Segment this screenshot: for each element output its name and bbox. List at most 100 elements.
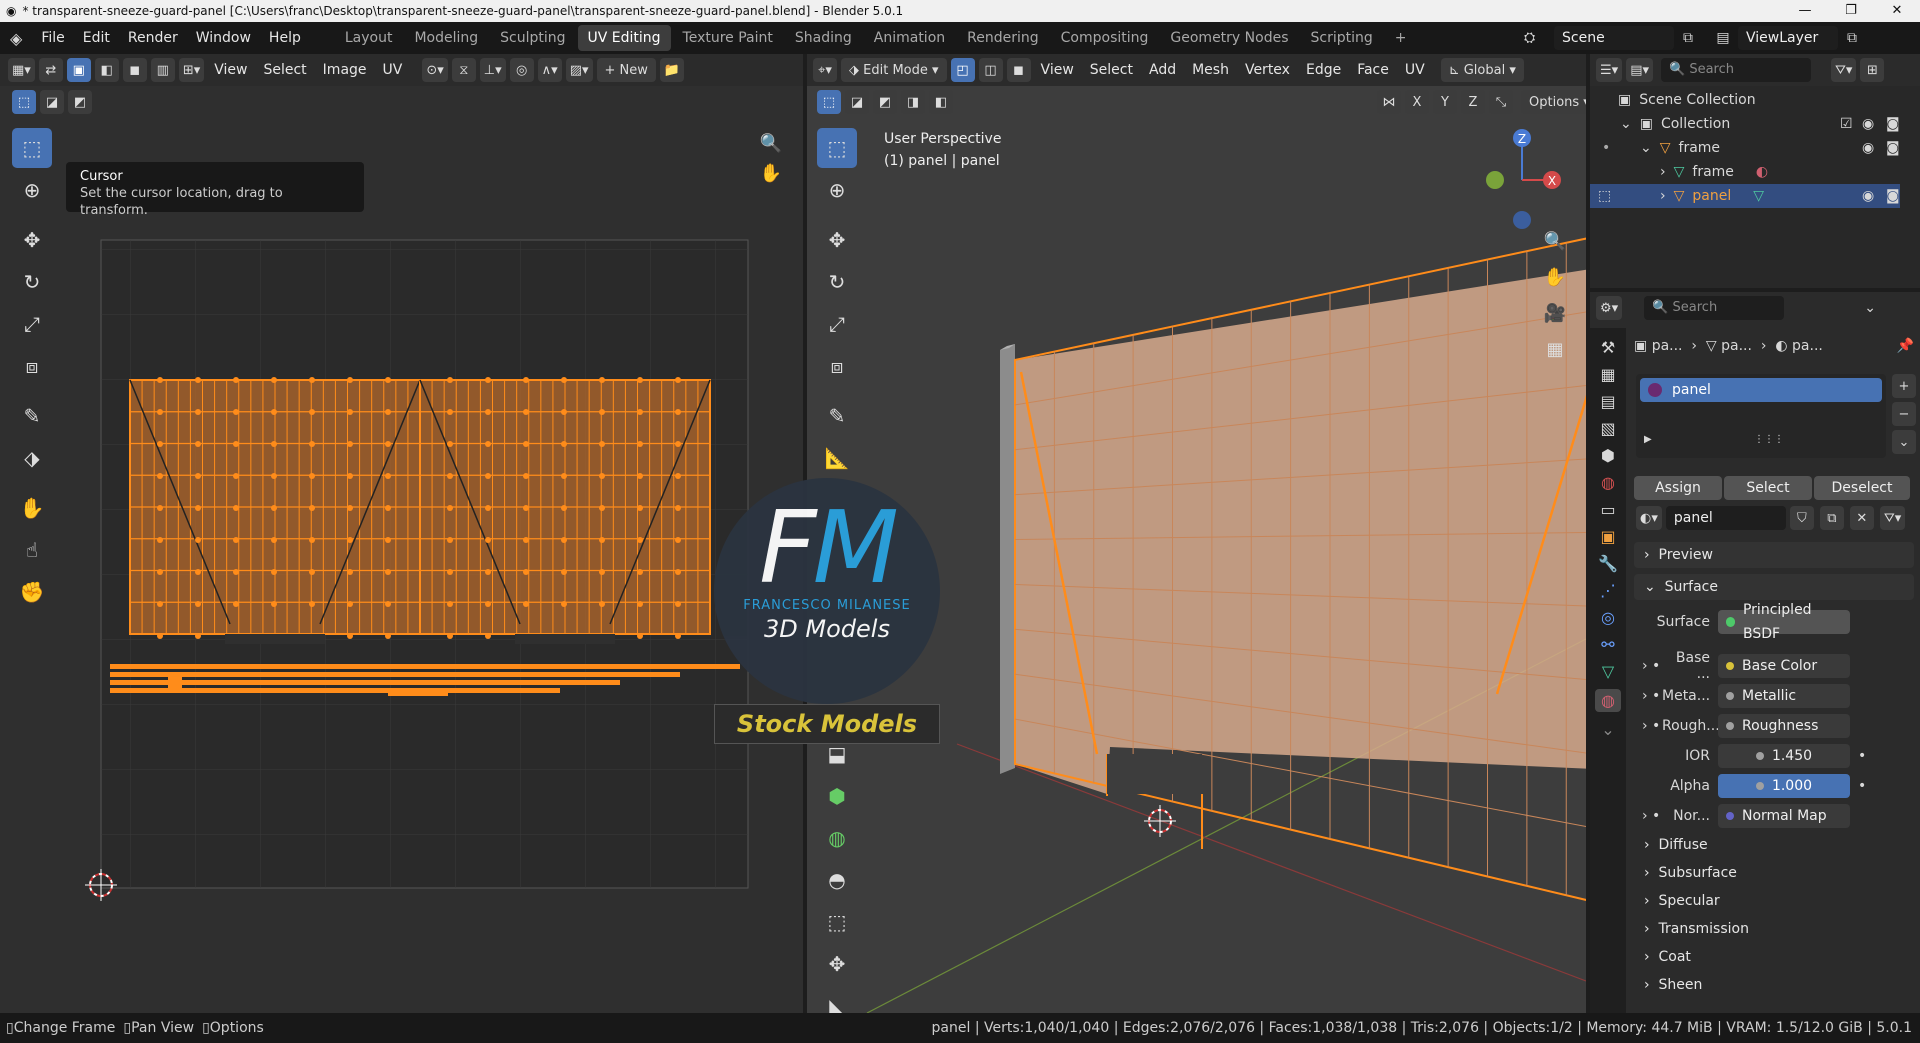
- outliner-row-collection[interactable]: ⌄ ▣ Collection ☑ ◉ ◙: [1590, 112, 1900, 136]
- assign-button[interactable]: Assign: [1634, 476, 1722, 500]
- input-value-field[interactable]: Roughness: [1718, 714, 1850, 738]
- vp-select-box-tool-icon[interactable]: ⬚: [817, 128, 857, 168]
- maximize-button[interactable]: ❐: [1828, 0, 1874, 22]
- material-slot-panel[interactable]: panel: [1640, 378, 1882, 402]
- physics-tab-icon[interactable]: ◎: [1601, 608, 1615, 627]
- properties-type-icon[interactable]: ⚙▾: [1596, 296, 1623, 320]
- input-expand-icon[interactable]: › •: [1634, 718, 1662, 734]
- expand-arrow-icon[interactable]: ⌄: [1620, 116, 1632, 132]
- vp-measure-tool-icon[interactable]: 📐: [817, 438, 857, 478]
- preview-section[interactable]: › Preview: [1634, 542, 1914, 568]
- input-expand-icon[interactable]: › •: [1634, 688, 1662, 704]
- outliner-search[interactable]: 🔍 Search: [1661, 58, 1811, 82]
- browse-material-icon[interactable]: ◐▾: [1636, 506, 1662, 530]
- orientation-gizmo[interactable]: Z X: [1486, 129, 1561, 229]
- outliner-row-scene-collection[interactable]: ▣ Scene Collection: [1590, 88, 1900, 112]
- view-layer-tab-icon[interactable]: ▧: [1600, 419, 1615, 438]
- add-workspace-button[interactable]: +: [1385, 25, 1417, 51]
- material-tab-icon[interactable]: ◍: [1595, 689, 1621, 712]
- fake-user-icon[interactable]: ⛉: [1789, 506, 1814, 530]
- input-expand-icon[interactable]: › •: [1634, 808, 1662, 824]
- scene-tab-icon[interactable]: ⬢: [1601, 446, 1615, 465]
- chevron-down-icon[interactable]: ⌄: [1864, 300, 1876, 316]
- uv-canvas[interactable]: [0, 54, 803, 1013]
- display-mode-icon[interactable]: ▤▾: [1626, 58, 1653, 82]
- tab-rendering[interactable]: Rendering: [957, 25, 1049, 51]
- duplicate-material-icon[interactable]: ⧉: [1819, 506, 1844, 530]
- subsection-coat[interactable]: › Coat: [1634, 944, 1914, 972]
- viewlayer-icon[interactable]: ▤: [1708, 30, 1738, 46]
- filter-icon[interactable]: ⛛▾: [1831, 58, 1857, 82]
- pin-icon[interactable]: 📌: [1897, 338, 1914, 354]
- subsection-specular[interactable]: › Specular: [1634, 888, 1914, 916]
- eye-icon[interactable]: ◉: [1862, 140, 1874, 156]
- input-value-field[interactable]: 1.450: [1718, 744, 1850, 768]
- tool-tab-icon[interactable]: ⚒: [1601, 338, 1615, 357]
- surface-section[interactable]: ⌄ Surface: [1634, 574, 1914, 600]
- scene-icon[interactable]: ⛭: [1524, 30, 1554, 46]
- tab-geometry-nodes[interactable]: Geometry Nodes: [1160, 25, 1298, 51]
- menu-render[interactable]: Render: [119, 22, 187, 54]
- expand-arrow-icon[interactable]: ›: [1660, 188, 1666, 204]
- vp-zoom-icon[interactable]: 🔍: [1540, 226, 1570, 256]
- resize-handle-icon[interactable]: ⋮⋮⋮: [1754, 434, 1784, 445]
- keyframe-dot-icon[interactable]: •: [1858, 778, 1866, 794]
- vp-move-tool-icon[interactable]: ✥: [817, 220, 857, 260]
- tab-compositing[interactable]: Compositing: [1051, 25, 1159, 51]
- vp-annotate-tool-icon[interactable]: ✎: [817, 396, 857, 436]
- properties-search[interactable]: 🔍 Search: [1644, 296, 1785, 320]
- subsection-sheen[interactable]: › Sheen: [1634, 972, 1914, 1000]
- select-button[interactable]: Select: [1724, 476, 1812, 500]
- unlink-material-icon[interactable]: ✕: [1849, 506, 1874, 530]
- inset-tool-icon[interactable]: ⬢: [817, 776, 857, 816]
- material-name-field[interactable]: panel: [1665, 506, 1786, 530]
- vp-scale-tool-icon[interactable]: ⤢: [817, 304, 857, 344]
- camera-view-icon[interactable]: 🎥: [1540, 298, 1570, 328]
- tab-animation[interactable]: Animation: [864, 25, 955, 51]
- subsection-diffuse[interactable]: › Diffuse: [1634, 832, 1914, 860]
- vp-pan-icon[interactable]: ✋: [1540, 262, 1570, 292]
- world-tab-icon[interactable]: ◍: [1601, 473, 1615, 492]
- tab-layout[interactable]: Layout: [335, 25, 403, 51]
- vp-cursor-tool-icon[interactable]: ⊕: [817, 170, 857, 210]
- tab-scripting[interactable]: Scripting: [1301, 25, 1383, 51]
- collapse-tabs-icon[interactable]: ⌄: [1601, 720, 1614, 739]
- poly-build-tool-icon[interactable]: ✥: [817, 944, 857, 984]
- menu-window[interactable]: Window: [187, 22, 260, 54]
- tab-sculpting[interactable]: Sculpting: [490, 25, 575, 51]
- tab-uv-editing[interactable]: UV Editing: [577, 25, 671, 51]
- subsection-subsurface[interactable]: › Subsurface: [1634, 860, 1914, 888]
- bevel-tool-icon[interactable]: ◍: [817, 818, 857, 858]
- viewlayer-selector[interactable]: ViewLayer: [1738, 26, 1838, 50]
- menu-file[interactable]: File: [32, 22, 73, 54]
- outliner-type-icon[interactable]: ☰▾: [1596, 58, 1623, 82]
- camera-icon[interactable]: ◙: [1886, 140, 1900, 156]
- input-value-field[interactable]: Normal Map: [1718, 804, 1850, 828]
- add-slot-button[interactable]: +: [1892, 374, 1916, 398]
- render-tab-icon[interactable]: ▦: [1600, 365, 1615, 384]
- checkbox-icon[interactable]: ☑: [1840, 116, 1853, 132]
- new-collection-icon[interactable]: ⊞: [1860, 58, 1885, 82]
- camera-icon[interactable]: ◙: [1886, 188, 1900, 204]
- data-tab-icon[interactable]: ▽: [1602, 662, 1614, 681]
- input-value-field[interactable]: Metallic: [1718, 684, 1850, 708]
- output-tab-icon[interactable]: ▤: [1600, 392, 1615, 411]
- scene-selector[interactable]: Scene: [1554, 26, 1674, 50]
- blender-menu-icon[interactable]: ◈: [0, 29, 32, 48]
- constraints-tab-icon[interactable]: ⚯: [1601, 635, 1614, 654]
- outliner-row-frame-mesh[interactable]: › ▽ frame ◐: [1590, 160, 1900, 184]
- eye-icon[interactable]: ◉: [1862, 116, 1874, 132]
- eye-icon[interactable]: ◉: [1862, 188, 1874, 204]
- particles-tab-icon[interactable]: ⋰: [1600, 581, 1616, 600]
- expand-arrow-icon[interactable]: ▶: [1644, 434, 1652, 445]
- outliner-row-frame-object[interactable]: • ⌄ ▽ frame ◉ ◙: [1590, 136, 1900, 160]
- loop-cut-tool-icon[interactable]: ◓: [817, 860, 857, 900]
- tab-modeling[interactable]: Modeling: [404, 25, 488, 51]
- perspective-toggle-icon[interactable]: ▦: [1540, 334, 1570, 364]
- vp-rotate-tool-icon[interactable]: ↻: [817, 262, 857, 302]
- close-button[interactable]: ✕: [1874, 0, 1920, 22]
- remove-slot-button[interactable]: −: [1892, 402, 1916, 426]
- slot-menu-button[interactable]: ⌄: [1892, 430, 1916, 454]
- expand-arrow-icon[interactable]: ›: [1660, 164, 1666, 180]
- object-tab-icon[interactable]: ▣: [1600, 527, 1615, 546]
